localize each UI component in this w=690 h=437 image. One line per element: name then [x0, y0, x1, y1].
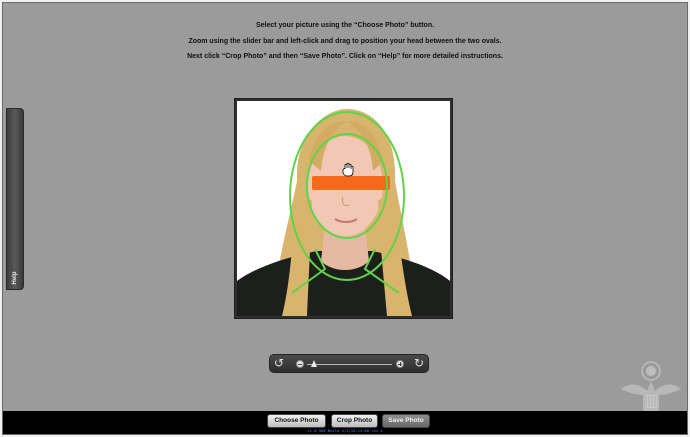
us-state-department-seal-icon — [615, 359, 687, 419]
crop-photo-button[interactable]: Crop Photo — [331, 414, 378, 428]
zoom-in-icon[interactable] — [396, 360, 404, 368]
bottom-toolbar: Choose Photo Crop Photo Save Photo v1.0.… — [3, 411, 687, 434]
instruction-line-3: Next click “Crop Photo” and then “Save P… — [187, 53, 503, 60]
version-label: v1.0.900 Build 4/3/16:14:00 rev 4 — [307, 428, 383, 433]
zoom-slider-thumb[interactable] — [310, 360, 317, 367]
redaction-bar — [312, 176, 390, 190]
save-photo-button[interactable]: Save Photo — [382, 414, 430, 428]
help-tab-label: Help — [12, 271, 18, 285]
photo-frame — [234, 98, 453, 319]
photo-tool-window: Select your picture using the “Choose Ph… — [2, 2, 688, 435]
instruction-line-2: Zoom using the slider bar and left-click… — [188, 37, 502, 45]
instructions: Select your picture using the “Choose Ph… — [3, 18, 687, 65]
zoom-out-icon[interactable] — [296, 360, 304, 368]
instruction-line-1: Select your picture using the “Choose Ph… — [255, 22, 435, 29]
help-tab[interactable]: Help — [6, 108, 24, 290]
rotate-left-icon[interactable]: ↺ — [272, 356, 286, 371]
photo-canvas[interactable] — [237, 101, 450, 316]
zoom-control-bar: ↺ ↻ — [269, 354, 429, 373]
choose-photo-button[interactable]: Choose Photo — [267, 414, 326, 428]
portrait-photo — [237, 109, 450, 316]
zoom-slider-track[interactable] — [307, 360, 392, 367]
rotate-right-icon[interactable]: ↻ — [412, 356, 426, 371]
